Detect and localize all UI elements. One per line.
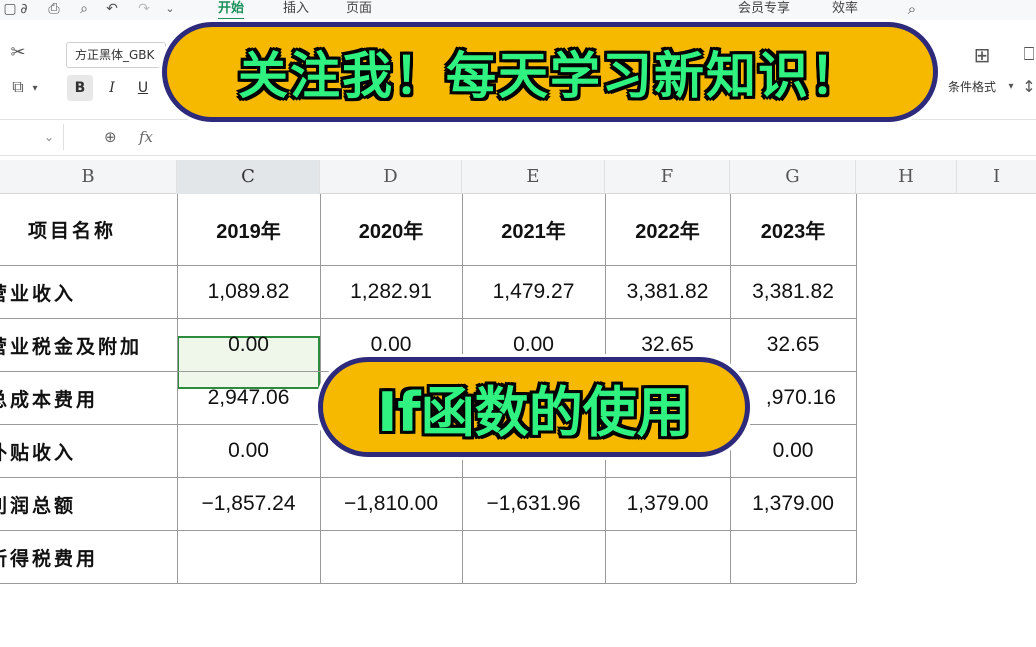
formula-bar: ⌄ ⊕ fx <box>0 120 1036 156</box>
table-cell[interactable]: 1,089.82 <box>177 266 320 318</box>
function-icon[interactable]: fx <box>139 126 153 148</box>
tab-insert[interactable]: 插入 <box>283 0 309 18</box>
conditional-format-icon[interactable]: ⊞ <box>968 44 996 66</box>
table-cell[interactable]: 1,379.00 <box>730 478 856 530</box>
table-header-2023[interactable]: 2023年 <box>730 194 856 265</box>
table-header-2020[interactable]: 2020年 <box>320 194 462 265</box>
tab-efficiency[interactable]: 效率 <box>832 0 858 18</box>
column-header-row: B C D E F G H I <box>0 160 1036 194</box>
row-border <box>0 583 856 584</box>
column-header-b[interactable]: B <box>0 160 177 194</box>
table-cell[interactable]: −1,810.00 <box>320 478 462 530</box>
table-cell[interactable]: 32.65 <box>730 319 856 371</box>
name-box[interactable]: ⌄ <box>0 124 64 150</box>
row-label-total-profit[interactable]: 利润总额 <box>0 478 177 530</box>
paste-dropdown-icon[interactable]: ▾ <box>30 78 40 100</box>
row-label-income-tax[interactable]: 所得税费用 <box>0 531 177 583</box>
column-header-f[interactable]: F <box>605 160 730 194</box>
column-header-i[interactable]: I <box>957 160 1036 194</box>
top-banner: 关注我！每天学习新知识！ <box>162 22 938 122</box>
search-icon[interactable]: ⌕ <box>902 0 922 18</box>
table-cell[interactable]: 3,381.82 <box>730 266 856 318</box>
conditional-format-button[interactable]: 条件格式 <box>948 78 996 95</box>
table-cell[interactable]: 1,282.91 <box>320 266 462 318</box>
zoom-icon[interactable]: ⊕ <box>104 126 117 148</box>
column-border <box>856 194 857 583</box>
column-header-g[interactable]: G <box>730 160 856 194</box>
top-banner-text: 关注我！每天学习新知识！ <box>238 47 862 105</box>
undo-icon[interactable]: ↶ <box>102 0 122 18</box>
bold-button[interactable]: B <box>67 75 93 101</box>
table-header-2021[interactable]: 2021年 <box>462 194 605 265</box>
table-cell[interactable]: 0.00 <box>730 425 856 477</box>
table-header-2019[interactable]: 2019年 <box>177 194 320 265</box>
table-cell[interactable] <box>320 531 462 583</box>
underline-button[interactable]: U <box>130 75 156 101</box>
tab-page[interactable]: 页面 <box>346 0 372 18</box>
table-cell[interactable]: 0.00 <box>177 319 320 371</box>
link-icon[interactable]: ∂ <box>14 0 34 18</box>
middle-banner: If函数的使用 <box>318 357 750 457</box>
row-label-revenue[interactable]: 营业收入 <box>0 266 177 318</box>
table-cell[interactable] <box>605 531 730 583</box>
spreadsheet-app: ▢ ∂ ⎙ ⌕ ↶ ↷ ⌄ 开始 插入 页面 会员专享 效率 ⌕ ✂ ⧉ ▾ 方… <box>0 0 1036 647</box>
table-cell[interactable]: −1,857.24 <box>177 478 320 530</box>
row-label-subsidy-income[interactable]: 补贴收入 <box>0 425 177 477</box>
redo-icon[interactable]: ↷ <box>134 0 154 18</box>
table-cell[interactable] <box>462 531 605 583</box>
table-cell[interactable]: 3,381.82 <box>605 266 730 318</box>
quick-access-dropdown-icon[interactable]: ⌄ <box>160 0 180 18</box>
fill-icon[interactable]: ⎕ <box>1022 44 1036 66</box>
row-height-icon[interactable]: ↕ <box>1022 76 1036 98</box>
cut-icon[interactable]: ✂ <box>6 42 30 64</box>
table-cell[interactable] <box>730 531 856 583</box>
table-cell[interactable]: 1,479.27 <box>462 266 605 318</box>
paste-icon[interactable]: ⧉ <box>6 76 30 98</box>
tab-home[interactable]: 开始 <box>218 0 245 20</box>
conditional-format-dropdown-icon[interactable]: ▾ <box>1006 76 1016 98</box>
tab-member[interactable]: 会员专享 <box>738 0 790 18</box>
italic-button[interactable]: I <box>99 75 125 101</box>
font-name-select[interactable]: 方正黑体_GBK <box>66 42 166 68</box>
table-cell[interactable]: 0.00 <box>177 425 320 477</box>
row-label-total-cost[interactable]: 总成本费用 <box>0 372 177 424</box>
print-icon[interactable]: ⎙ <box>44 0 64 18</box>
row-label-business-tax[interactable]: 营业税金及附加 <box>0 319 177 371</box>
middle-banner-text: If函数的使用 <box>377 380 691 444</box>
column-header-e[interactable]: E <box>462 160 605 194</box>
table-header-item-name[interactable]: 项目名称 <box>28 194 177 265</box>
menu-bar: ▢ ∂ ⎙ ⌕ ↶ ↷ ⌄ 开始 插入 页面 会员专享 效率 ⌕ <box>0 0 1036 20</box>
column-header-h[interactable]: H <box>856 160 957 194</box>
table-header-2022[interactable]: 2022年 <box>605 194 730 265</box>
formula-input[interactable] <box>172 126 1022 148</box>
column-header-c[interactable]: C <box>177 160 320 194</box>
table-cell[interactable]: 2,947.06 <box>177 372 320 424</box>
table-cell[interactable]: 1,379.00 <box>605 478 730 530</box>
print-preview-icon[interactable]: ⌕ <box>74 0 94 18</box>
column-header-d[interactable]: D <box>320 160 462 194</box>
table-cell[interactable]: −1,631.96 <box>462 478 605 530</box>
name-box-dropdown-icon[interactable]: ⌄ <box>44 124 54 150</box>
